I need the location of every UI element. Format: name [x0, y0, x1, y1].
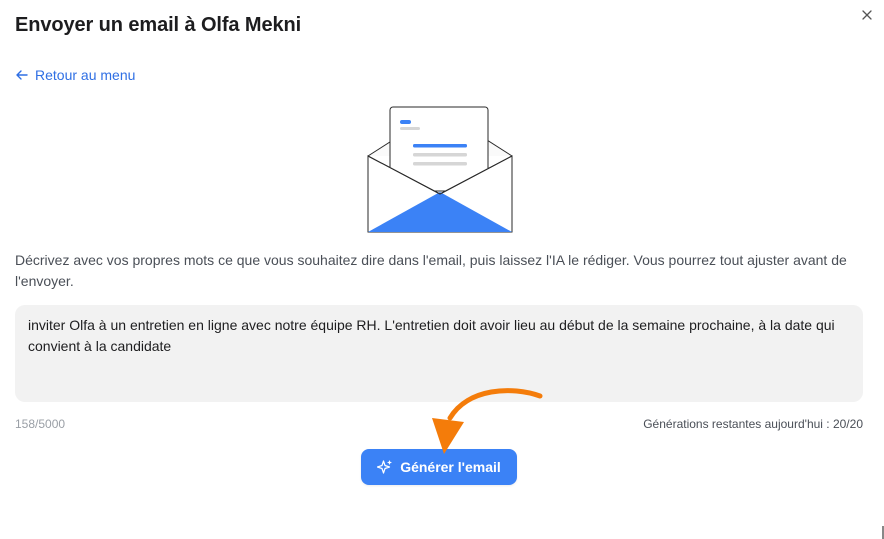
sparkle-icon	[377, 460, 393, 474]
close-button[interactable]	[859, 7, 875, 23]
back-to-menu-link[interactable]: Retour au menu	[15, 67, 135, 83]
resize-handle-icon	[882, 526, 884, 539]
envelope-illustration	[367, 106, 513, 233]
character-counter: 158/5000	[15, 417, 66, 431]
close-icon	[862, 10, 872, 20]
generate-email-button[interactable]: Générer l'email	[361, 449, 517, 485]
instructions-text: Décrivez avec vos propres mots ce que vo…	[15, 252, 847, 289]
back-link-label: Retour au menu	[35, 67, 136, 83]
modal-title: Envoyer un email à Olfa Mekni	[15, 14, 302, 36]
arrow-left-icon	[16, 70, 28, 80]
email-prompt-textarea[interactable]: inviter Olfa à un entretien en ligne ave…	[15, 305, 863, 402]
remaining-generations: Générations restantes aujourd'hui : 20/2…	[643, 417, 863, 431]
generate-button-label: Générer l'email	[400, 459, 501, 475]
email-modal: Envoyer un email à Olfa Mekni Retour au …	[0, 0, 884, 539]
